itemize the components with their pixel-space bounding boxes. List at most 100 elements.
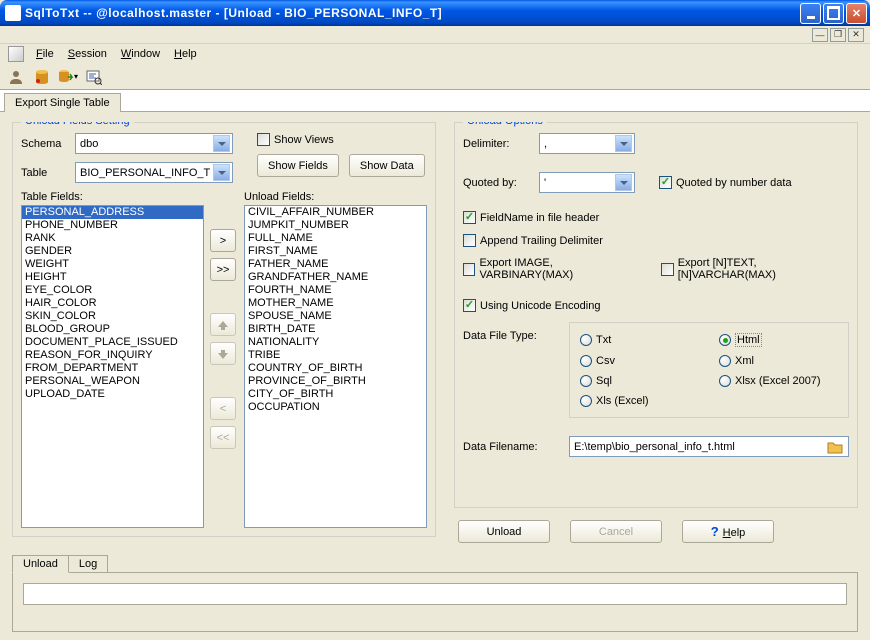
- table-label: Table: [21, 167, 69, 179]
- quoted-by-combo[interactable]: ': [539, 172, 635, 193]
- help-icon: ?: [711, 524, 719, 539]
- quoted-number-checkbox[interactable]: Quoted by number data: [659, 176, 792, 189]
- filename-label: Data Filename:: [463, 441, 563, 453]
- table-field-item[interactable]: UPLOAD_DATE: [22, 388, 203, 401]
- unload-field-item[interactable]: SPOUSE_NAME: [245, 310, 426, 323]
- menu-help[interactable]: Help: [168, 46, 203, 62]
- bottom-tab-strip: Unload Log: [12, 553, 858, 573]
- table-field-item[interactable]: PERSONAL_WEAPON: [22, 375, 203, 388]
- unload-field-item[interactable]: FIRST_NAME: [245, 245, 426, 258]
- chevron-down-icon: [615, 174, 632, 191]
- unload-field-item[interactable]: FOURTH_NAME: [245, 284, 426, 297]
- unload-field-item[interactable]: PROVINCE_OF_BIRTH: [245, 375, 426, 388]
- table-field-item[interactable]: EYE_COLOR: [22, 284, 203, 297]
- tab-export-single[interactable]: Export Single Table: [4, 93, 121, 112]
- show-fields-button[interactable]: Show Fields: [257, 154, 339, 177]
- query-icon[interactable]: [84, 67, 104, 87]
- move-right-all-button[interactable]: >>: [210, 258, 236, 281]
- table-field-item[interactable]: HEIGHT: [22, 271, 203, 284]
- table-field-item[interactable]: SKIN_COLOR: [22, 310, 203, 323]
- chevron-down-icon: [615, 135, 632, 152]
- mdi-close-button[interactable]: ✕: [848, 28, 864, 42]
- quoted-by-label: Quoted by:: [463, 177, 533, 189]
- table-field-item[interactable]: REASON_FOR_INQUIRY: [22, 349, 203, 362]
- delimiter-label: Delimiter:: [463, 138, 533, 150]
- tab-log[interactable]: Log: [68, 555, 108, 573]
- table-field-item[interactable]: DOCUMENT_PLACE_ISSUED: [22, 336, 203, 349]
- move-up-button[interactable]: [210, 313, 236, 336]
- maximize-button[interactable]: [823, 3, 844, 24]
- table-field-item[interactable]: PHONE_NUMBER: [22, 219, 203, 232]
- table-value: BIO_PERSONAL_INFO_T: [80, 167, 210, 179]
- progress-bar: [23, 583, 847, 605]
- unload-field-item[interactable]: CIVIL_AFFAIR_NUMBER: [245, 206, 426, 219]
- table-field-item[interactable]: BLOOD_GROUP: [22, 323, 203, 336]
- unload-field-item[interactable]: OCCUPATION: [245, 401, 426, 414]
- mdi-minimize-button[interactable]: —: [812, 28, 828, 42]
- unload-field-item[interactable]: TRIBE: [245, 349, 426, 362]
- menu-session[interactable]: Session: [62, 46, 113, 62]
- table-field-item[interactable]: PERSONAL_ADDRESS: [22, 206, 203, 219]
- titlebar: SqlToTxt -- @localhost.master - [Unload …: [0, 0, 870, 26]
- unload-button[interactable]: Unload: [458, 520, 550, 543]
- unload-fields-label: Unload Fields:: [244, 191, 427, 203]
- table-field-item[interactable]: FROM_DEPARTMENT: [22, 362, 203, 375]
- table-field-item[interactable]: RANK: [22, 232, 203, 245]
- table-field-item[interactable]: GENDER: [22, 245, 203, 258]
- minimize-button[interactable]: [800, 3, 821, 24]
- filetype-xls-radio[interactable]: Xls (Excel): [580, 395, 699, 407]
- move-right-button[interactable]: >: [210, 229, 236, 252]
- unload-field-item[interactable]: CITY_OF_BIRTH: [245, 388, 426, 401]
- export-image-checkbox[interactable]: Export IMAGE, VARBINARY(MAX): [463, 257, 641, 281]
- tab-unload[interactable]: Unload: [12, 555, 69, 573]
- fields-setting-title: Unload Fields Setting: [21, 122, 134, 127]
- database-icon[interactable]: [32, 67, 52, 87]
- move-left-button[interactable]: <: [210, 397, 236, 420]
- filetype-html-radio[interactable]: Html: [719, 333, 838, 347]
- chevron-down-icon: [213, 164, 230, 181]
- show-data-button[interactable]: Show Data: [349, 154, 425, 177]
- app-menu-icon: [8, 46, 24, 62]
- table-fields-label: Table Fields:: [21, 191, 204, 203]
- table-field-item[interactable]: HAIR_COLOR: [22, 297, 203, 310]
- unload-field-item[interactable]: GRANDFATHER_NAME: [245, 271, 426, 284]
- unicode-checkbox[interactable]: Using Unicode Encoding: [463, 299, 849, 312]
- move-down-button[interactable]: [210, 342, 236, 365]
- menu-window[interactable]: Window: [115, 46, 166, 62]
- window-title: SqlToTxt -- @localhost.master - [Unload …: [25, 6, 800, 20]
- cancel-button[interactable]: Cancel: [570, 520, 662, 543]
- unload-field-item[interactable]: BIRTH_DATE: [245, 323, 426, 336]
- filetype-sql-radio[interactable]: Sql: [580, 375, 699, 387]
- bottom-panel: [12, 572, 858, 632]
- help-button[interactable]: ?Help: [682, 520, 774, 543]
- unload-field-item[interactable]: FATHER_NAME: [245, 258, 426, 271]
- append-trailing-checkbox[interactable]: Append Trailing Delimiter: [463, 234, 849, 247]
- table-fields-listbox[interactable]: PERSONAL_ADDRESSPHONE_NUMBERRANKGENDERWE…: [21, 205, 204, 528]
- schema-combo[interactable]: dbo: [75, 133, 233, 154]
- login-icon[interactable]: [6, 67, 26, 87]
- filetype-txt-radio[interactable]: Txt: [580, 333, 699, 347]
- export-ntext-checkbox[interactable]: Export [N]TEXT, [N]VARCHAR(MAX): [661, 257, 849, 281]
- unload-fields-listbox[interactable]: CIVIL_AFFAIR_NUMBERJUMPKIT_NUMBERFULL_NA…: [244, 205, 427, 528]
- fieldname-header-checkbox[interactable]: FieldName in file header: [463, 211, 849, 224]
- filetype-csv-radio[interactable]: Csv: [580, 355, 699, 367]
- filename-input[interactable]: E:\temp\bio_personal_info_t.html: [569, 436, 849, 457]
- table-field-item[interactable]: WEIGHT: [22, 258, 203, 271]
- unload-field-item[interactable]: FULL_NAME: [245, 232, 426, 245]
- export-icon[interactable]: ▾: [58, 67, 78, 87]
- menubar: File Session Window Help: [0, 44, 870, 64]
- move-left-all-button[interactable]: <<: [210, 426, 236, 449]
- unload-field-item[interactable]: JUMPKIT_NUMBER: [245, 219, 426, 232]
- unload-field-item[interactable]: COUNTRY_OF_BIRTH: [245, 362, 426, 375]
- unload-field-item[interactable]: NATIONALITY: [245, 336, 426, 349]
- mdi-restore-button[interactable]: ❐: [830, 28, 846, 42]
- menu-file[interactable]: File: [30, 46, 60, 62]
- table-combo[interactable]: BIO_PERSONAL_INFO_T: [75, 162, 233, 183]
- show-views-checkbox[interactable]: Show Views: [257, 133, 334, 146]
- filetype-xml-radio[interactable]: Xml: [719, 355, 838, 367]
- filetype-xlsx-radio[interactable]: Xlsx (Excel 2007): [719, 375, 838, 387]
- delimiter-combo[interactable]: ,: [539, 133, 635, 154]
- browse-button[interactable]: [826, 439, 844, 455]
- close-button[interactable]: [846, 3, 867, 24]
- unload-field-item[interactable]: MOTHER_NAME: [245, 297, 426, 310]
